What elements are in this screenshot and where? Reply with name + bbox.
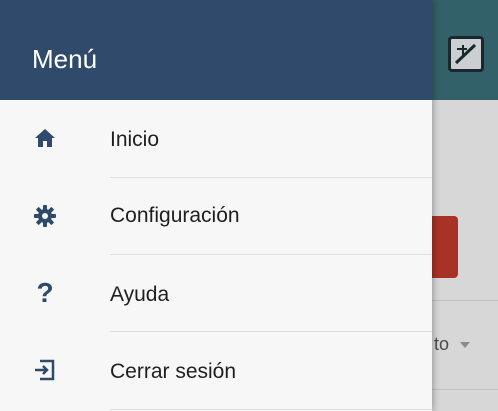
menu-item-label: Inicio (110, 128, 160, 151)
navigation-drawer: Menú Inicio Configuración ? Ayuda Cerrar… (0, 0, 432, 411)
menu-item-label: Cerrar sesión (110, 360, 237, 383)
drawer-title: Menú (32, 44, 98, 74)
menu-item-ayuda[interactable]: ? Ayuda (0, 255, 432, 331)
menu-item-inicio[interactable]: Inicio (0, 100, 432, 176)
home-icon (32, 125, 58, 151)
logout-icon (32, 357, 58, 383)
question-icon: ? (36, 277, 54, 308)
menu-item-label: Ayuda (110, 283, 170, 306)
menu-item-cerrar-sesion[interactable]: Cerrar sesión (0, 332, 432, 408)
menu-divider (110, 409, 432, 410)
menu-item-label: Configuración (110, 204, 240, 227)
menu-item-configuracion[interactable]: Configuración (0, 178, 432, 254)
gear-icon (32, 203, 58, 229)
drawer-header: Menú (0, 0, 432, 100)
drawer-scrim[interactable] (432, 0, 498, 411)
